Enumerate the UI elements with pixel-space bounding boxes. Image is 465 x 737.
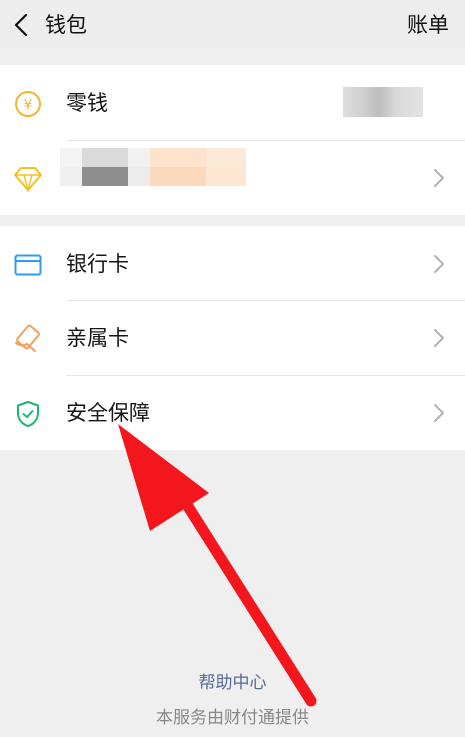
change-balance-redacted [343, 87, 423, 117]
chevron-right-icon [434, 404, 444, 422]
bank-card-icon [13, 250, 43, 280]
header-bar: 钱包 账单 [0, 0, 465, 50]
security-label: 安全保障 [66, 401, 150, 425]
change-row[interactable]: ¥ 零钱 [0, 65, 465, 140]
help-center-link[interactable]: 帮助中心 [0, 671, 465, 695]
yen-coin-icon: ¥ [13, 89, 43, 119]
bank-card-row[interactable]: 银行卡 [0, 226, 465, 301]
security-row[interactable]: 安全保障 [0, 375, 465, 450]
family-card-label: 亲属卡 [66, 326, 129, 350]
chevron-right-icon [434, 169, 444, 187]
chevron-right-icon [434, 329, 444, 347]
wealth-label-redacted [60, 148, 246, 186]
balance-section: ¥ 零钱 [0, 65, 465, 215]
svg-text:¥: ¥ [24, 98, 33, 114]
wealth-row[interactable] [0, 140, 465, 215]
page-title: 钱包 [45, 13, 87, 37]
diamond-icon [13, 164, 43, 194]
family-card-icon [13, 324, 43, 354]
back-button[interactable] [4, 8, 38, 42]
change-label: 零钱 [66, 91, 108, 115]
shield-check-icon [13, 399, 43, 429]
bill-button[interactable]: 账单 [407, 10, 449, 40]
family-card-row[interactable]: 亲属卡 [0, 300, 465, 375]
chevron-right-icon [434, 255, 444, 273]
bank-card-label: 银行卡 [66, 252, 129, 276]
cards-section: 银行卡 亲属卡 安全保障 [0, 226, 465, 450]
provider-note: 本服务由财付通提供 [156, 708, 309, 728]
chevron-left-icon [14, 13, 28, 37]
